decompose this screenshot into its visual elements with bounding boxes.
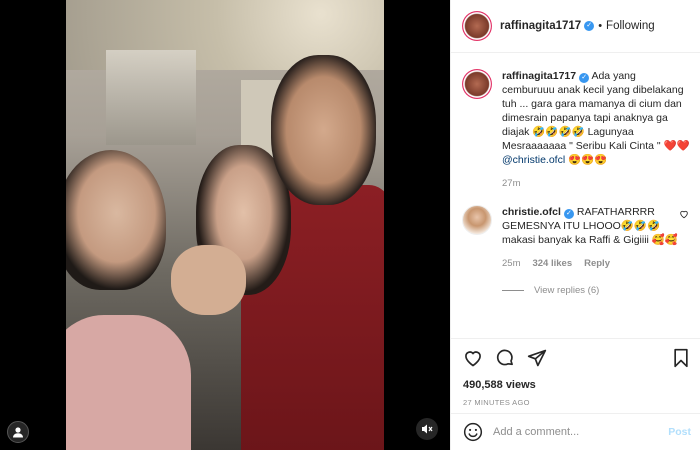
comment-time[interactable]: 25m <box>502 257 520 271</box>
comment-reply-button[interactable]: Reply <box>584 257 610 271</box>
caption-author-avatar[interactable] <box>462 69 492 99</box>
view-count[interactable]: 490,588 views <box>463 379 691 391</box>
caption-body: raffinagita1717 ✓ Ada yang cemburuuu anak… <box>502 69 690 191</box>
following-button[interactable]: Following <box>606 20 655 32</box>
comment-row: christie.ofcl ✓ RAFATHARRRR GEMESNYA ITU … <box>462 205 691 271</box>
save-bookmark-icon[interactable] <box>671 348 691 368</box>
verified-badge-icon: ✓ <box>563 209 574 219</box>
author-avatar[interactable] <box>462 11 492 41</box>
video-scene-person-right <box>271 55 376 205</box>
caption-username[interactable]: raffinagita1717 <box>502 70 576 82</box>
share-paper-plane-icon[interactable] <box>527 348 547 368</box>
emoji-smiley-icon[interactable] <box>463 422 483 442</box>
post-time-ago[interactable]: 27 MINUTES AGO <box>463 398 691 407</box>
add-comment-bar: Post <box>451 413 700 450</box>
video-scene-person-left <box>66 150 166 290</box>
audio-muted-icon[interactable] <box>416 418 438 440</box>
instagram-post-page: raffinagita1717 ✓ • Following raffinagit… <box>0 0 700 450</box>
video-scene-hand <box>171 245 246 315</box>
caption-text: Ada yang cemburuuu anak kecil yang dibel… <box>502 70 690 152</box>
header-separator: • <box>598 20 603 32</box>
comment-body: christie.ofcl ✓ RAFATHARRRR GEMESNYA ITU … <box>502 205 690 271</box>
commenter-avatar[interactable] <box>462 205 492 235</box>
comments-section: raffinagita1717 ✓ Ada yang cemburuuu anak… <box>451 55 700 335</box>
view-replies-button[interactable]: View replies (6) <box>502 285 691 296</box>
post-comment-button[interactable]: Post <box>668 426 691 438</box>
verified-badge-icon: ✓ <box>579 73 590 83</box>
author-username[interactable]: raffinagita1717 <box>500 20 581 32</box>
video-scene-wall-photo <box>106 50 196 145</box>
caption-mention-emojis: 😍😍😍 <box>568 154 608 166</box>
media-area <box>0 0 450 450</box>
post-video[interactable] <box>66 0 384 450</box>
caption-row: raffinagita1717 ✓ Ada yang cemburuuu anak… <box>462 69 691 191</box>
caption-mention[interactable]: @christie.ofcl <box>502 154 565 166</box>
comment-likes[interactable]: 324 likes <box>532 257 572 271</box>
like-heart-icon[interactable] <box>463 348 483 368</box>
tagged-user-icon[interactable] <box>7 421 29 443</box>
view-replies-label: View replies (6) <box>534 285 600 296</box>
post-details-panel: raffinagita1717 ✓ • Following raffinagit… <box>450 0 700 450</box>
post-header: raffinagita1717 ✓ • Following <box>451 0 700 53</box>
replies-divider <box>502 290 524 291</box>
comment-bubble-icon[interactable] <box>495 348 515 368</box>
action-icons-row <box>463 347 691 369</box>
comment-like-heart-icon[interactable] <box>679 209 689 219</box>
caption-time[interactable]: 27m <box>502 177 520 191</box>
video-scene-person-left-shirt <box>66 315 191 450</box>
verified-badge-icon: ✓ <box>584 21 595 31</box>
comment-input[interactable] <box>493 426 653 438</box>
post-actions: 490,588 views 27 MINUTES AGO <box>451 338 700 407</box>
commenter-username[interactable]: christie.ofcl <box>502 206 561 218</box>
